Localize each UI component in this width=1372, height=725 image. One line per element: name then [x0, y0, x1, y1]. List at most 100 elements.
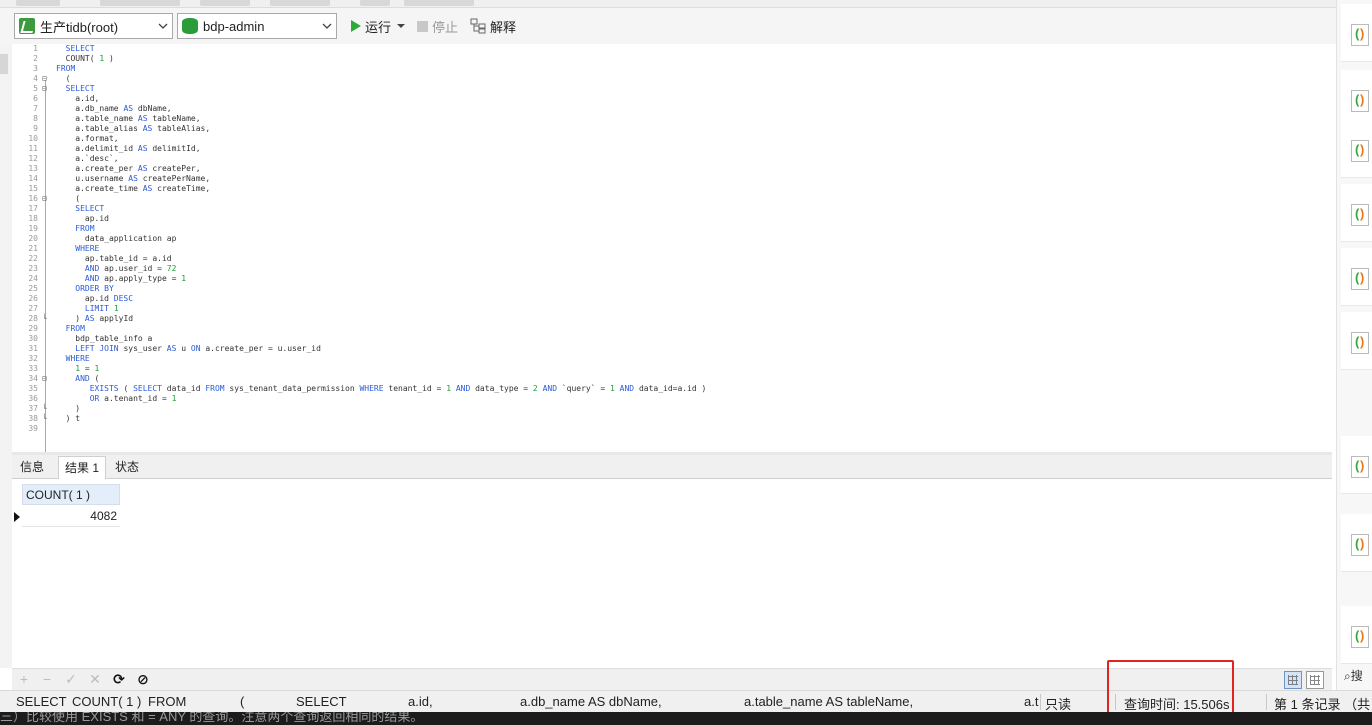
line-number: 5 — [33, 84, 38, 93]
fold-toggle-icon[interactable]: └ — [42, 404, 50, 414]
code-text: ( — [56, 74, 71, 83]
highlight-annotation — [1107, 660, 1234, 720]
saved-query-item[interactable] — [1341, 606, 1372, 664]
saved-query-item[interactable] — [1341, 312, 1372, 370]
stop-icon — [417, 20, 429, 32]
code-text: ap.id — [56, 214, 109, 223]
line-number: 14 — [28, 174, 38, 183]
line-number: 32 — [28, 354, 38, 363]
query-file-icon — [1351, 268, 1369, 290]
column-header[interactable]: COUNT( 1 ) — [22, 484, 120, 505]
result-cell[interactable]: 4082 — [22, 506, 120, 527]
top-tab-strip — [0, 0, 1336, 8]
sql-preview-part: ( — [240, 694, 245, 709]
code-text: AND ap.user_id = 72 — [84, 264, 177, 273]
saved-query-item[interactable] — [1341, 248, 1372, 306]
query-toolbar: 生产tidb(root) bdp-admin 运行 停止 解释 — [0, 8, 1336, 44]
code-text: ) t — [56, 414, 81, 423]
saved-query-item[interactable] — [1341, 436, 1372, 494]
saved-query-item[interactable] — [1341, 120, 1372, 178]
fold-toggle-icon[interactable]: ⊟ — [42, 374, 50, 384]
saved-query-item[interactable] — [1341, 514, 1372, 572]
page-caption: 三）比较使用 EXISTS 和 = ANY 的查询。注意两个查询返回相同的结果。 — [0, 712, 1372, 725]
query-file-icon — [1351, 90, 1369, 112]
history-search[interactable]: ⌕搜 — [1336, 666, 1372, 688]
code-text: a.delimit_id AS delimitId, — [56, 144, 201, 153]
discard-changes-icon[interactable]: ✕ — [87, 671, 103, 687]
sql-preview-part: a.t — [1024, 694, 1039, 709]
fold-toggle-icon[interactable]: ⊟ — [42, 74, 50, 84]
app-window: 生产tidb(root) bdp-admin 运行 停止 解释 1 SELECT… — [0, 0, 1372, 725]
line-number: 16 — [28, 194, 38, 203]
query-file-icon — [1351, 24, 1369, 46]
add-row-icon[interactable]: + — [16, 671, 32, 687]
tab-info[interactable]: 信息 — [14, 456, 50, 479]
line-number: 3 — [33, 64, 38, 73]
code-text: EXISTS ( SELECT data_id FROM sys_tenant_… — [89, 384, 707, 393]
sql-preview-part: COUNT( 1 ) — [72, 694, 142, 709]
sql-preview-part: a.id, — [408, 694, 433, 709]
line-number: 8 — [33, 114, 38, 123]
form-view-icon[interactable] — [1306, 671, 1324, 689]
tab-result-1[interactable]: 结果 1 — [58, 456, 107, 479]
line-number: 6 — [33, 94, 38, 103]
tab-status[interactable]: 状态 — [109, 456, 145, 479]
explain-label: 解释 — [490, 19, 517, 35]
record-count: 第 1 条记录 （共 1 — [1274, 697, 1372, 712]
code-text: a.id, — [56, 94, 100, 103]
refresh-icon[interactable]: ⟳ — [111, 671, 127, 687]
code-text: u.username AS createPerName, — [56, 174, 211, 183]
line-number: 34 — [28, 374, 38, 383]
line-number: 30 — [28, 334, 38, 343]
code-text: a.create_per AS createPer, — [56, 164, 201, 173]
code-text: data_application ap — [56, 234, 177, 243]
database-select[interactable]: bdp-admin — [177, 13, 337, 39]
line-number: 15 — [28, 184, 38, 193]
line-number: 7 — [33, 104, 38, 113]
code-text: FROM — [65, 324, 85, 333]
line-number: 39 — [28, 424, 38, 433]
sql-editor[interactable]: 1 SELECT 2 COUNT( 1 ) 3 FROM 4 ⊟ (5 ⊟ SELECT 6 … — [12, 44, 1332, 452]
chevron-down-icon — [158, 23, 168, 29]
delete-row-icon[interactable]: − — [39, 671, 55, 687]
code-text: ) — [56, 404, 81, 413]
line-number: 19 — [28, 224, 38, 233]
query-file-icon — [1351, 626, 1369, 648]
line-number: 12 — [28, 154, 38, 163]
line-number: 29 — [28, 324, 38, 333]
result-tabs: 信息 结果 1 状态 — [12, 455, 1332, 479]
line-number: 38 — [28, 414, 38, 423]
fold-toggle-icon[interactable]: └ — [42, 414, 50, 424]
stop-query-icon[interactable]: ⊘ — [135, 671, 151, 687]
saved-query-item[interactable] — [1341, 4, 1372, 62]
explain-button[interactable]: 解释 — [466, 13, 520, 39]
apply-changes-icon[interactable]: ✓ — [63, 671, 79, 687]
saved-query-item[interactable] — [1341, 184, 1372, 242]
line-number: 24 — [28, 274, 38, 283]
code-text: SELECT — [75, 204, 105, 213]
code-text: OR a.tenant_id = 1 — [89, 394, 177, 403]
code-text: a.format, — [56, 134, 119, 143]
code-text: SELECT — [65, 84, 95, 93]
fold-toggle-icon[interactable]: ⊟ — [42, 84, 50, 94]
run-button[interactable]: 运行 — [347, 13, 409, 39]
fold-toggle-icon[interactable]: └ — [42, 314, 50, 324]
code-text: bdp_table_info a — [56, 334, 153, 343]
sql-preview-part: FROM — [148, 694, 187, 709]
line-number: 10 — [28, 134, 38, 143]
line-number: 1 — [33, 44, 38, 53]
query-file-icon — [1351, 140, 1369, 162]
stop-button[interactable]: 停止 — [413, 13, 462, 39]
line-number: 37 — [28, 404, 38, 413]
run-dropdown-icon[interactable] — [397, 24, 406, 28]
grid-view-icon[interactable] — [1284, 671, 1302, 689]
line-number: 26 — [28, 294, 38, 303]
connection-name: 生产tidb(root) — [40, 19, 119, 35]
line-number: 21 — [28, 244, 38, 253]
line-number: 36 — [28, 394, 38, 403]
database-icon — [182, 18, 198, 34]
fold-toggle-icon[interactable]: ⊟ — [42, 194, 50, 204]
query-file-icon — [1351, 332, 1369, 354]
connection-select[interactable]: 生产tidb(root) — [14, 13, 173, 39]
code-text: a.table_alias AS tableAlias, — [56, 124, 211, 133]
